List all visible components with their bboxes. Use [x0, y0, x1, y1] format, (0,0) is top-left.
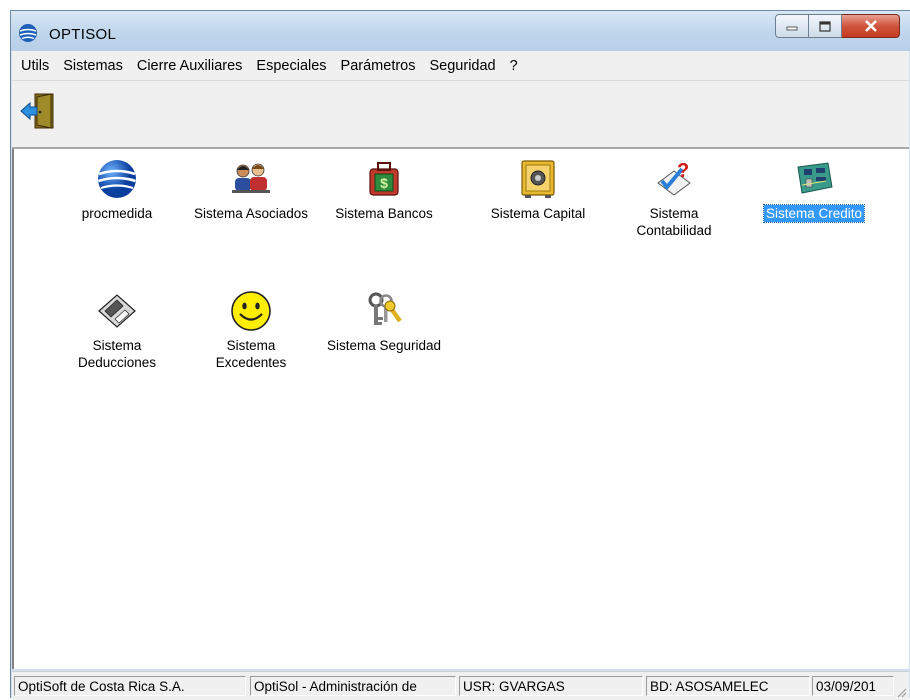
item-label: Sistema Excedentes	[215, 338, 287, 370]
menu-cierre-auxiliares[interactable]: Cierre Auxiliares	[130, 58, 250, 74]
minimize-button[interactable]	[775, 14, 809, 38]
exit-door-icon[interactable]	[20, 91, 56, 131]
item-sistema-bancos[interactable]: $ Sistema Bancos	[314, 157, 454, 223]
diskette-icon	[98, 294, 136, 328]
keys-icon	[368, 292, 402, 325]
title-bar[interactable]: OPTISOL	[11, 11, 910, 51]
maximize-button[interactable]	[809, 14, 842, 38]
item-sistema-excedentes[interactable]: Sistema Excedentes	[181, 289, 321, 372]
status-company: OptiSoft de Costa Rica S.A.	[14, 676, 246, 696]
menu-bar: Utils Sistemas Cierre Auxiliares Especia…	[12, 51, 909, 81]
item-sistema-seguridad[interactable]: Sistema Seguridad	[314, 289, 454, 355]
app-window: OPTISOL Utils Sistemas Cierre Auxiliares…	[10, 10, 910, 700]
item-label: Sistema Capital	[490, 206, 586, 221]
status-database: BD: ASOSAMELEC	[646, 676, 810, 696]
svg-text:$: $	[380, 175, 388, 191]
item-label: Sistema Contabilidad	[636, 206, 712, 238]
item-label: Sistema Bancos	[335, 206, 433, 221]
menu-especiales[interactable]: Especiales	[249, 58, 333, 74]
item-label: Sistema Seguridad	[326, 338, 442, 353]
window-controls	[775, 14, 900, 40]
item-sistema-contabilidad[interactable]: ? Sistema Contabilidad	[604, 157, 744, 240]
circuit-board-icon	[797, 162, 833, 194]
item-sistema-deducciones[interactable]: Sistema Deducciones	[47, 289, 187, 372]
item-label: Sistema Credito	[762, 204, 866, 223]
maximize-icon	[819, 20, 831, 32]
status-date: 03/09/201	[812, 676, 894, 696]
smiley-icon	[231, 291, 271, 331]
money-bag-icon: $	[369, 162, 399, 196]
item-label: Sistema Deducciones	[77, 338, 157, 370]
item-label: Sistema Asociados	[193, 206, 309, 221]
item-procmedida[interactable]: procmedida	[47, 157, 187, 223]
window-title: OPTISOL	[49, 26, 117, 43]
globe-icon	[98, 160, 136, 198]
checklist-question-icon: ?	[657, 160, 691, 196]
item-sistema-capital[interactable]: Sistema Capital	[468, 157, 608, 223]
menu-parametros[interactable]: Parámetros	[334, 58, 423, 74]
item-sistema-asociados[interactable]: Sistema Asociados	[181, 157, 321, 223]
menu-sistemas[interactable]: Sistemas	[56, 58, 130, 74]
status-user: USR: GVARGAS	[459, 676, 643, 696]
item-sistema-credito[interactable]: Sistema Credito	[744, 157, 884, 223]
status-bar: OptiSoft de Costa Rica S.A. OptiSol - Ad…	[12, 671, 909, 700]
item-label: procmedida	[81, 206, 153, 221]
menu-utils[interactable]: Utils	[12, 58, 56, 74]
toolbar	[12, 81, 909, 149]
people-icon	[232, 163, 270, 193]
menu-help[interactable]: ?	[503, 58, 525, 74]
minimize-icon	[786, 26, 798, 31]
resize-grip-icon[interactable]	[895, 686, 907, 698]
close-icon	[864, 20, 877, 32]
status-module: OptiSol - Administración de	[250, 676, 456, 696]
close-button[interactable]	[842, 14, 900, 38]
desktop-area: procmedida Sistema Asociados $ Sistema B	[12, 149, 909, 669]
safe-icon	[521, 160, 555, 198]
menu-seguridad[interactable]: Seguridad	[423, 58, 503, 74]
app-globe-icon[interactable]	[18, 23, 38, 43]
svg-text:?: ?	[677, 160, 689, 182]
